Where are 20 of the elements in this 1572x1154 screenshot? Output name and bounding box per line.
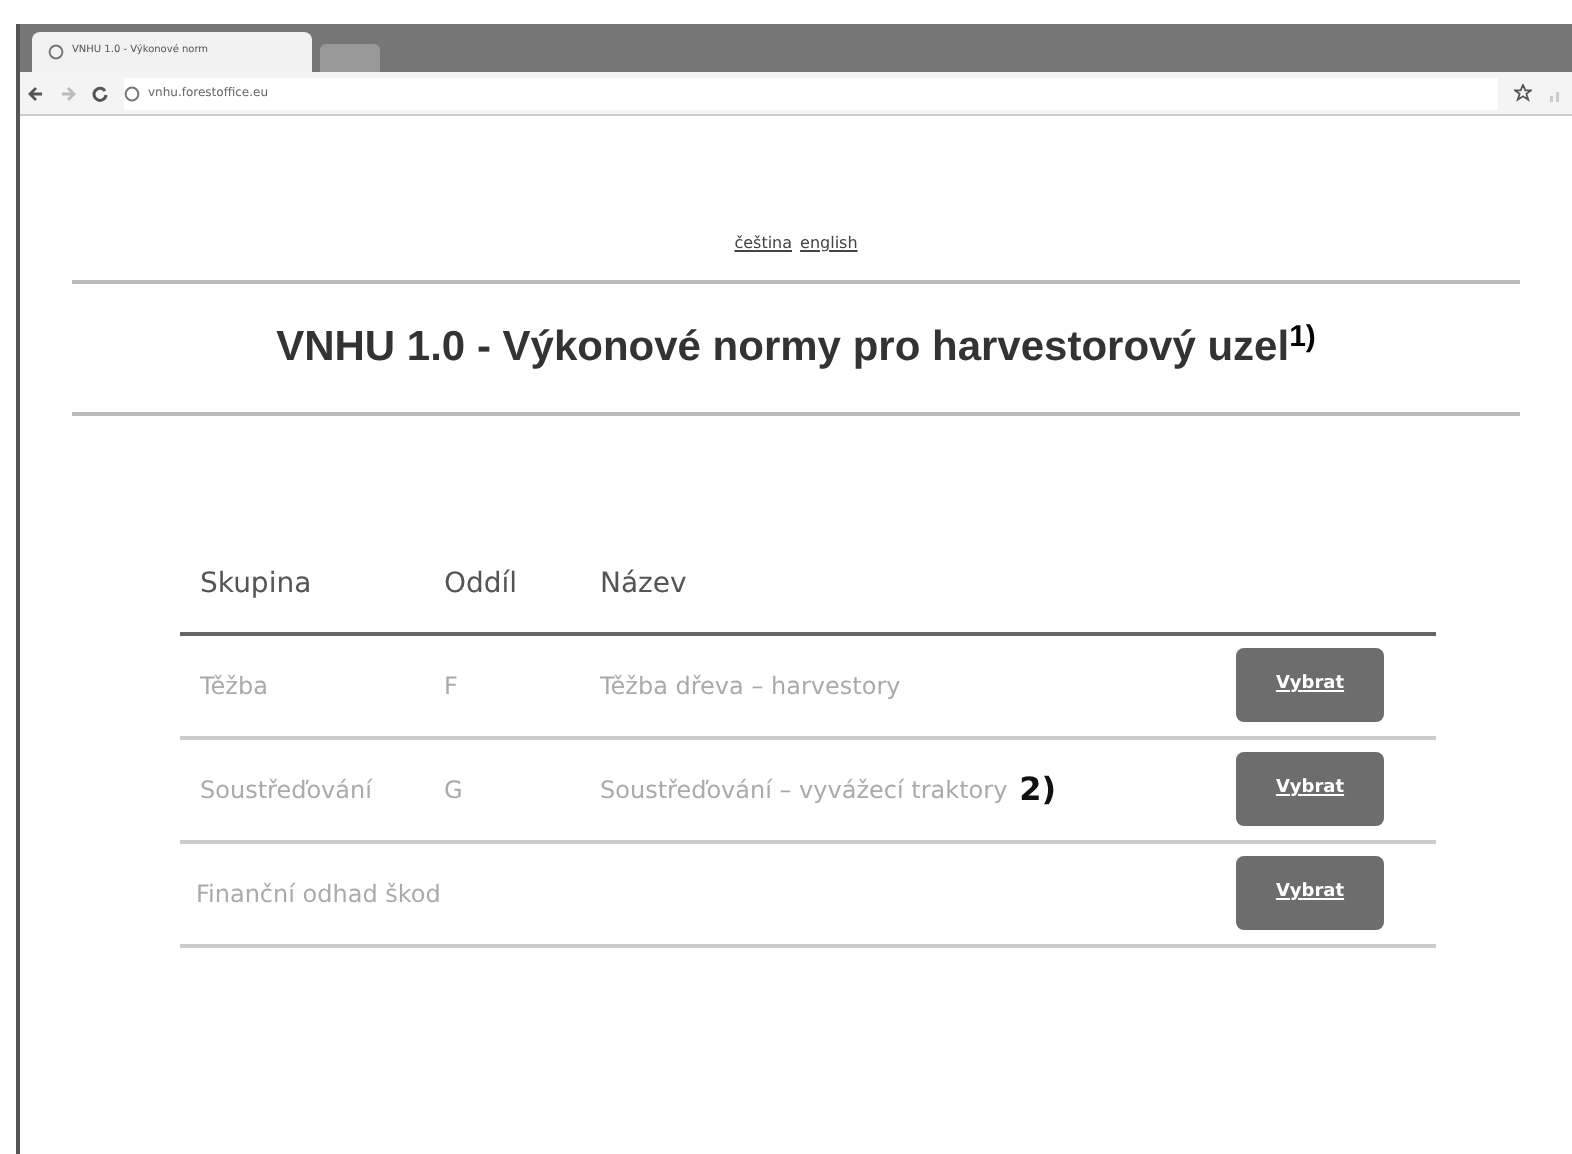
table-cell-text: Finanční odhad škod <box>194 877 443 911</box>
table-cell-text: F <box>444 669 460 703</box>
column-header: Oddíl <box>444 566 520 604</box>
table-cell-text: Soustřeďování <box>198 773 374 807</box>
reload-icon[interactable] <box>92 85 108 101</box>
language-link[interactable]: čeština <box>734 232 793 256</box>
back-icon[interactable] <box>28 85 44 101</box>
star-icon[interactable] <box>1514 84 1532 102</box>
footnote-mark: 2) <box>1019 767 1057 811</box>
page-title: VNHU 1.0 - Výkonové normy pro harvestorový uzel$^{1)}$ <box>274 317 1318 374</box>
select-button[interactable]: Vybrat <box>1236 752 1384 826</box>
language-link[interactable]: english <box>800 232 858 256</box>
select-button[interactable]: Vybrat <box>1236 856 1384 930</box>
table-cell-text: Těžba <box>198 669 270 703</box>
table-cell-text: G <box>444 773 465 807</box>
table-cell-text: Soustřeďování – vyvážecí traktory <box>600 773 1008 807</box>
select-button[interactable]: Vybrat <box>1236 648 1384 722</box>
column-header: Název <box>600 566 689 604</box>
column-header: Skupina <box>198 566 314 604</box>
table-cell-text: Těžba dřeva – harvestory <box>600 669 901 703</box>
